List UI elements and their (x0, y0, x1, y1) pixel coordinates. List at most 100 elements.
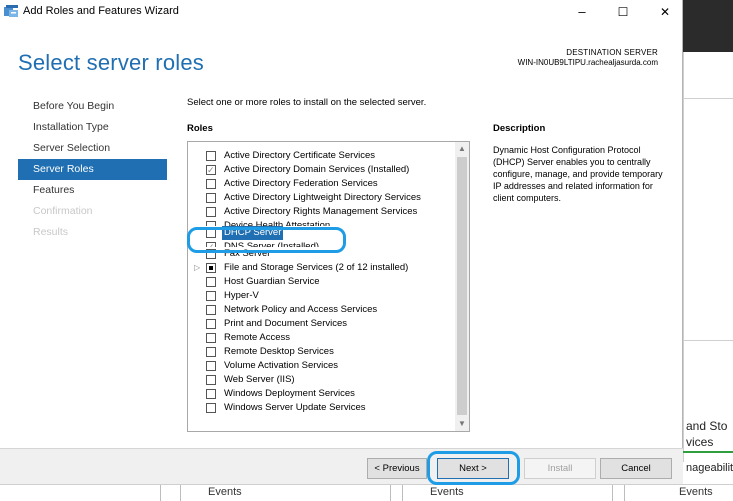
nav-item-server-roles[interactable]: Server Roles (18, 159, 167, 180)
role-checkbox[interactable] (206, 193, 216, 203)
role-checkbox[interactable] (206, 249, 216, 259)
nav-item-server-selection[interactable]: Server Selection (18, 138, 167, 159)
background-app-panel (683, 52, 733, 462)
role-item[interactable]: Active Directory Domain Services (Instal… (188, 163, 456, 177)
role-item[interactable]: Active Directory Lightweight Directory S… (188, 191, 456, 205)
role-checkbox[interactable] (206, 207, 216, 217)
destination-server-name: WIN-IN0UB9LTIPU.rachealjasurda.com (517, 58, 658, 67)
role-label: File and Storage Services (2 of 12 insta… (224, 262, 409, 273)
background-app-titlebar (683, 0, 733, 52)
background-events-link[interactable]: Events (430, 486, 464, 498)
background-events-link[interactable]: Events (208, 486, 242, 498)
role-item[interactable]: Windows Deployment Services (188, 387, 456, 401)
role-label: Active Directory Domain Services (Instal… (224, 164, 410, 175)
role-label: Remote Desktop Services (224, 346, 334, 357)
description-heading: Description (493, 123, 546, 134)
role-item[interactable]: Device Health Attestation (188, 219, 456, 226)
role-label: Volume Activation Services (224, 360, 339, 371)
role-checkbox[interactable] (206, 277, 216, 287)
role-label: Fax Server (224, 248, 271, 259)
role-checkbox[interactable] (206, 263, 216, 273)
role-item[interactable]: DNS Server (Installed) (188, 240, 456, 247)
expand-arrow-icon[interactable]: ▷ (194, 261, 200, 275)
role-checkbox[interactable] (206, 347, 216, 357)
role-checkbox[interactable] (206, 228, 216, 238)
background-separator (402, 485, 403, 501)
background-separator (612, 485, 613, 501)
background-status-bar (683, 451, 733, 453)
role-checkbox[interactable] (206, 151, 216, 161)
role-item[interactable]: Host Guardian Service (188, 275, 456, 289)
role-label: Host Guardian Service (224, 276, 320, 287)
role-checkbox[interactable] (206, 179, 216, 189)
role-checkbox[interactable] (206, 389, 216, 399)
server-manager-icon (4, 5, 18, 17)
wizard-steps-nav: Before You Begin Installation Type Serve… (18, 96, 167, 243)
role-item[interactable]: ▷ File and Storage Services (2 of 12 inst… (188, 261, 456, 275)
background-separator (180, 485, 181, 501)
role-label: Active Directory Certificate Services (224, 150, 375, 161)
role-item[interactable]: Remote Desktop Services (188, 345, 456, 359)
role-item[interactable]: Fax Server (188, 247, 456, 261)
role-item[interactable]: Volume Activation Services (188, 359, 456, 373)
role-label: Network Policy and Access Services (224, 304, 378, 315)
maximize-button[interactable]: ☐ (612, 3, 634, 21)
role-label: Web Server (IIS) (224, 374, 295, 385)
page-title: Select server roles (18, 50, 204, 75)
role-checkbox[interactable] (206, 361, 216, 371)
role-item[interactable]: DHCP Server (188, 226, 456, 240)
background-divider (683, 98, 733, 99)
role-item[interactable]: Windows Server Update Services (188, 401, 456, 415)
close-button[interactable]: ✕ (654, 3, 676, 21)
role-item[interactable]: Web Server (IIS) (188, 373, 456, 387)
role-item[interactable]: Remote Access (188, 331, 456, 345)
role-item[interactable]: Active Directory Federation Services (188, 177, 456, 191)
role-label: Windows Deployment Services (224, 388, 355, 399)
role-checkbox[interactable] (206, 333, 216, 343)
previous-button[interactable]: < Previous (367, 458, 427, 479)
role-label: Active Directory Federation Services (224, 178, 378, 189)
role-checkbox[interactable] (206, 375, 216, 385)
roles-scrollbar[interactable]: ▲ ▼ (455, 142, 469, 431)
role-checkbox[interactable] (206, 163, 216, 177)
role-label: Print and Document Services (224, 318, 348, 329)
background-events-link[interactable]: Events (679, 486, 713, 498)
role-checkbox[interactable] (206, 291, 216, 301)
role-label: DNS Server (Installed) (224, 241, 320, 247)
role-label: Remote Access (224, 332, 290, 343)
title-bar[interactable]: Add Roles and Features Wizard – ☐ ✕ (0, 0, 683, 24)
cancel-button[interactable]: Cancel (600, 458, 672, 479)
background-divider (683, 340, 733, 341)
window-title: Add Roles and Features Wizard (23, 5, 179, 17)
background-separator (160, 485, 161, 501)
role-item[interactable]: Hyper-V (188, 289, 456, 303)
install-button: Install (524, 458, 596, 479)
minimize-button[interactable]: – (571, 3, 593, 21)
nav-item-results: Results (33, 226, 69, 238)
background-separator (390, 485, 391, 501)
role-checkbox[interactable] (206, 403, 216, 413)
roles-list[interactable]: Active Directory Certificate Services Act… (187, 141, 470, 432)
background-tile-item: nageabilit (686, 462, 733, 474)
background-tile-subtitle: vices (686, 435, 714, 449)
role-label: Hyper-V (224, 290, 259, 301)
role-item[interactable]: Active Directory Certificate Services (188, 149, 456, 163)
nav-item-confirmation: Confirmation (33, 205, 93, 217)
role-description: Dynamic Host Configuration Protocol (DHC… (493, 145, 663, 203)
scroll-down-icon[interactable]: ▼ (455, 417, 469, 431)
wizard-window: Add Roles and Features Wizard – ☐ ✕ Sele… (0, 0, 683, 484)
nav-item-before-you-begin[interactable]: Before You Begin (18, 96, 167, 117)
roles-list-items: Active Directory Certificate Services Act… (188, 149, 456, 415)
role-item[interactable]: Print and Document Services (188, 317, 456, 331)
scroll-up-icon[interactable]: ▲ (455, 142, 469, 156)
background-separator (624, 485, 625, 501)
role-checkbox[interactable] (206, 305, 216, 315)
role-label: Active Directory Rights Management Servi… (224, 206, 418, 217)
nav-item-installation-type[interactable]: Installation Type (18, 117, 167, 138)
nav-item-features[interactable]: Features (18, 180, 167, 201)
scroll-thumb[interactable] (457, 157, 467, 415)
role-item[interactable]: Active Directory Rights Management Servi… (188, 205, 456, 219)
role-item[interactable]: Network Policy and Access Services (188, 303, 456, 317)
role-checkbox[interactable] (206, 319, 216, 329)
next-button[interactable]: Next > (437, 458, 509, 479)
